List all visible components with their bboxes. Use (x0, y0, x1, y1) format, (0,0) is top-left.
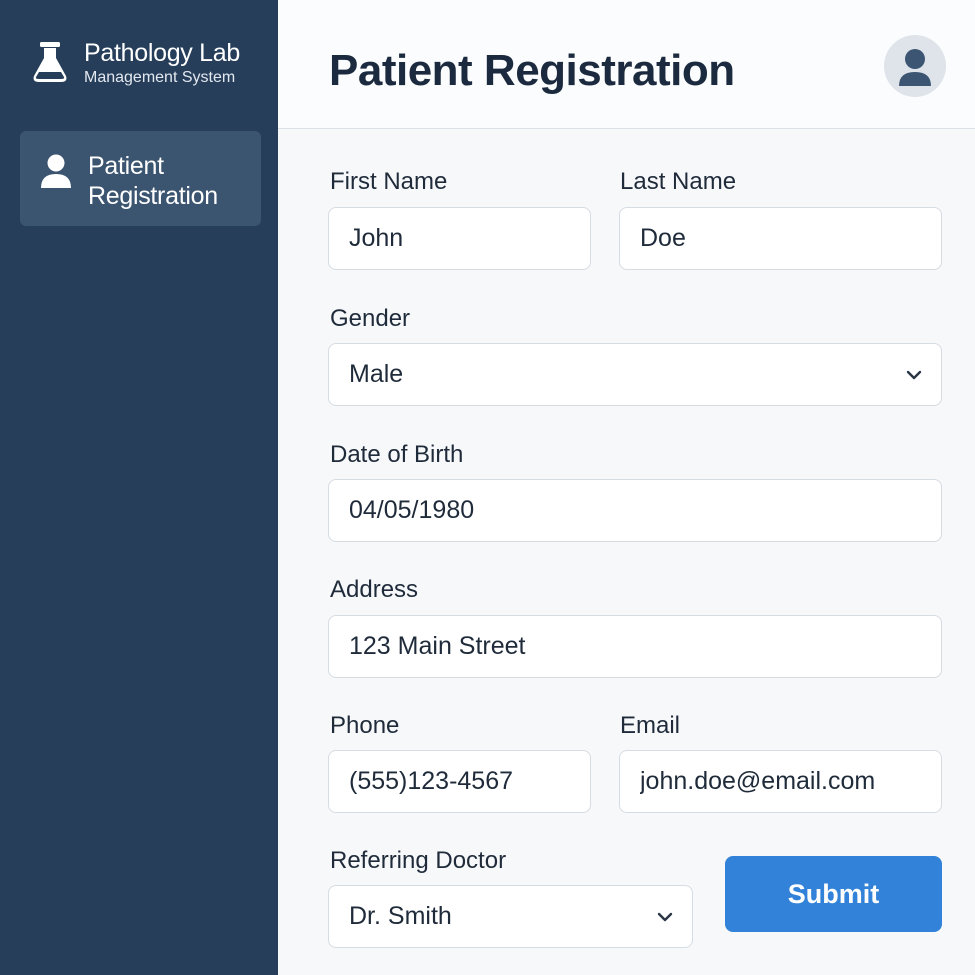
flask-icon (33, 42, 67, 82)
referring-doctor-select[interactable]: Dr. Smith (328, 885, 693, 948)
gender-select[interactable]: Male (328, 343, 942, 406)
sidebar: Pathology Lab Management System Patient … (0, 0, 278, 975)
gender-value: Male (349, 360, 404, 388)
email-label: Email (620, 712, 681, 739)
last-name-input[interactable] (640, 224, 921, 253)
dob-label: Date of Birth (330, 441, 464, 468)
referring-doctor-label: Referring Doctor (330, 847, 507, 874)
chevron-down-icon (906, 370, 922, 380)
first-name-label: First Name (330, 168, 448, 195)
app-window: Pathology Lab Management System Patient … (0, 0, 975, 975)
referring-doctor-value: Dr. Smith (349, 902, 452, 930)
email-field[interactable] (619, 750, 942, 813)
submit-button[interactable]: Submit (725, 856, 942, 932)
last-name-field[interactable] (619, 207, 942, 270)
gender-label: Gender (330, 305, 411, 332)
phone-field[interactable] (328, 750, 591, 813)
phone-input[interactable] (349, 767, 570, 796)
chevron-down-icon (657, 912, 673, 922)
phone-label: Phone (330, 712, 400, 739)
page-title: Patient Registration (329, 46, 735, 95)
sidebar-item-label: Patient Registration (88, 152, 218, 210)
last-name-label: Last Name (620, 168, 737, 195)
first-name-input[interactable] (349, 224, 570, 253)
first-name-field[interactable] (328, 207, 591, 270)
user-icon (41, 154, 71, 188)
sidebar-item-patient-registration[interactable]: Patient Registration (20, 131, 261, 226)
app-title: Pathology Lab (84, 39, 240, 67)
address-field[interactable] (328, 615, 942, 678)
address-input[interactable] (349, 632, 921, 661)
dob-input[interactable] (349, 496, 921, 525)
page-header: Patient Registration (278, 0, 975, 129)
dob-field[interactable] (328, 479, 942, 542)
email-input[interactable] (640, 767, 921, 796)
address-label: Address (330, 576, 419, 603)
user-avatar-icon (899, 49, 931, 86)
brand: Pathology Lab Management System (30, 38, 240, 88)
app-subtitle: Management System (84, 69, 236, 86)
avatar[interactable] (884, 35, 946, 97)
